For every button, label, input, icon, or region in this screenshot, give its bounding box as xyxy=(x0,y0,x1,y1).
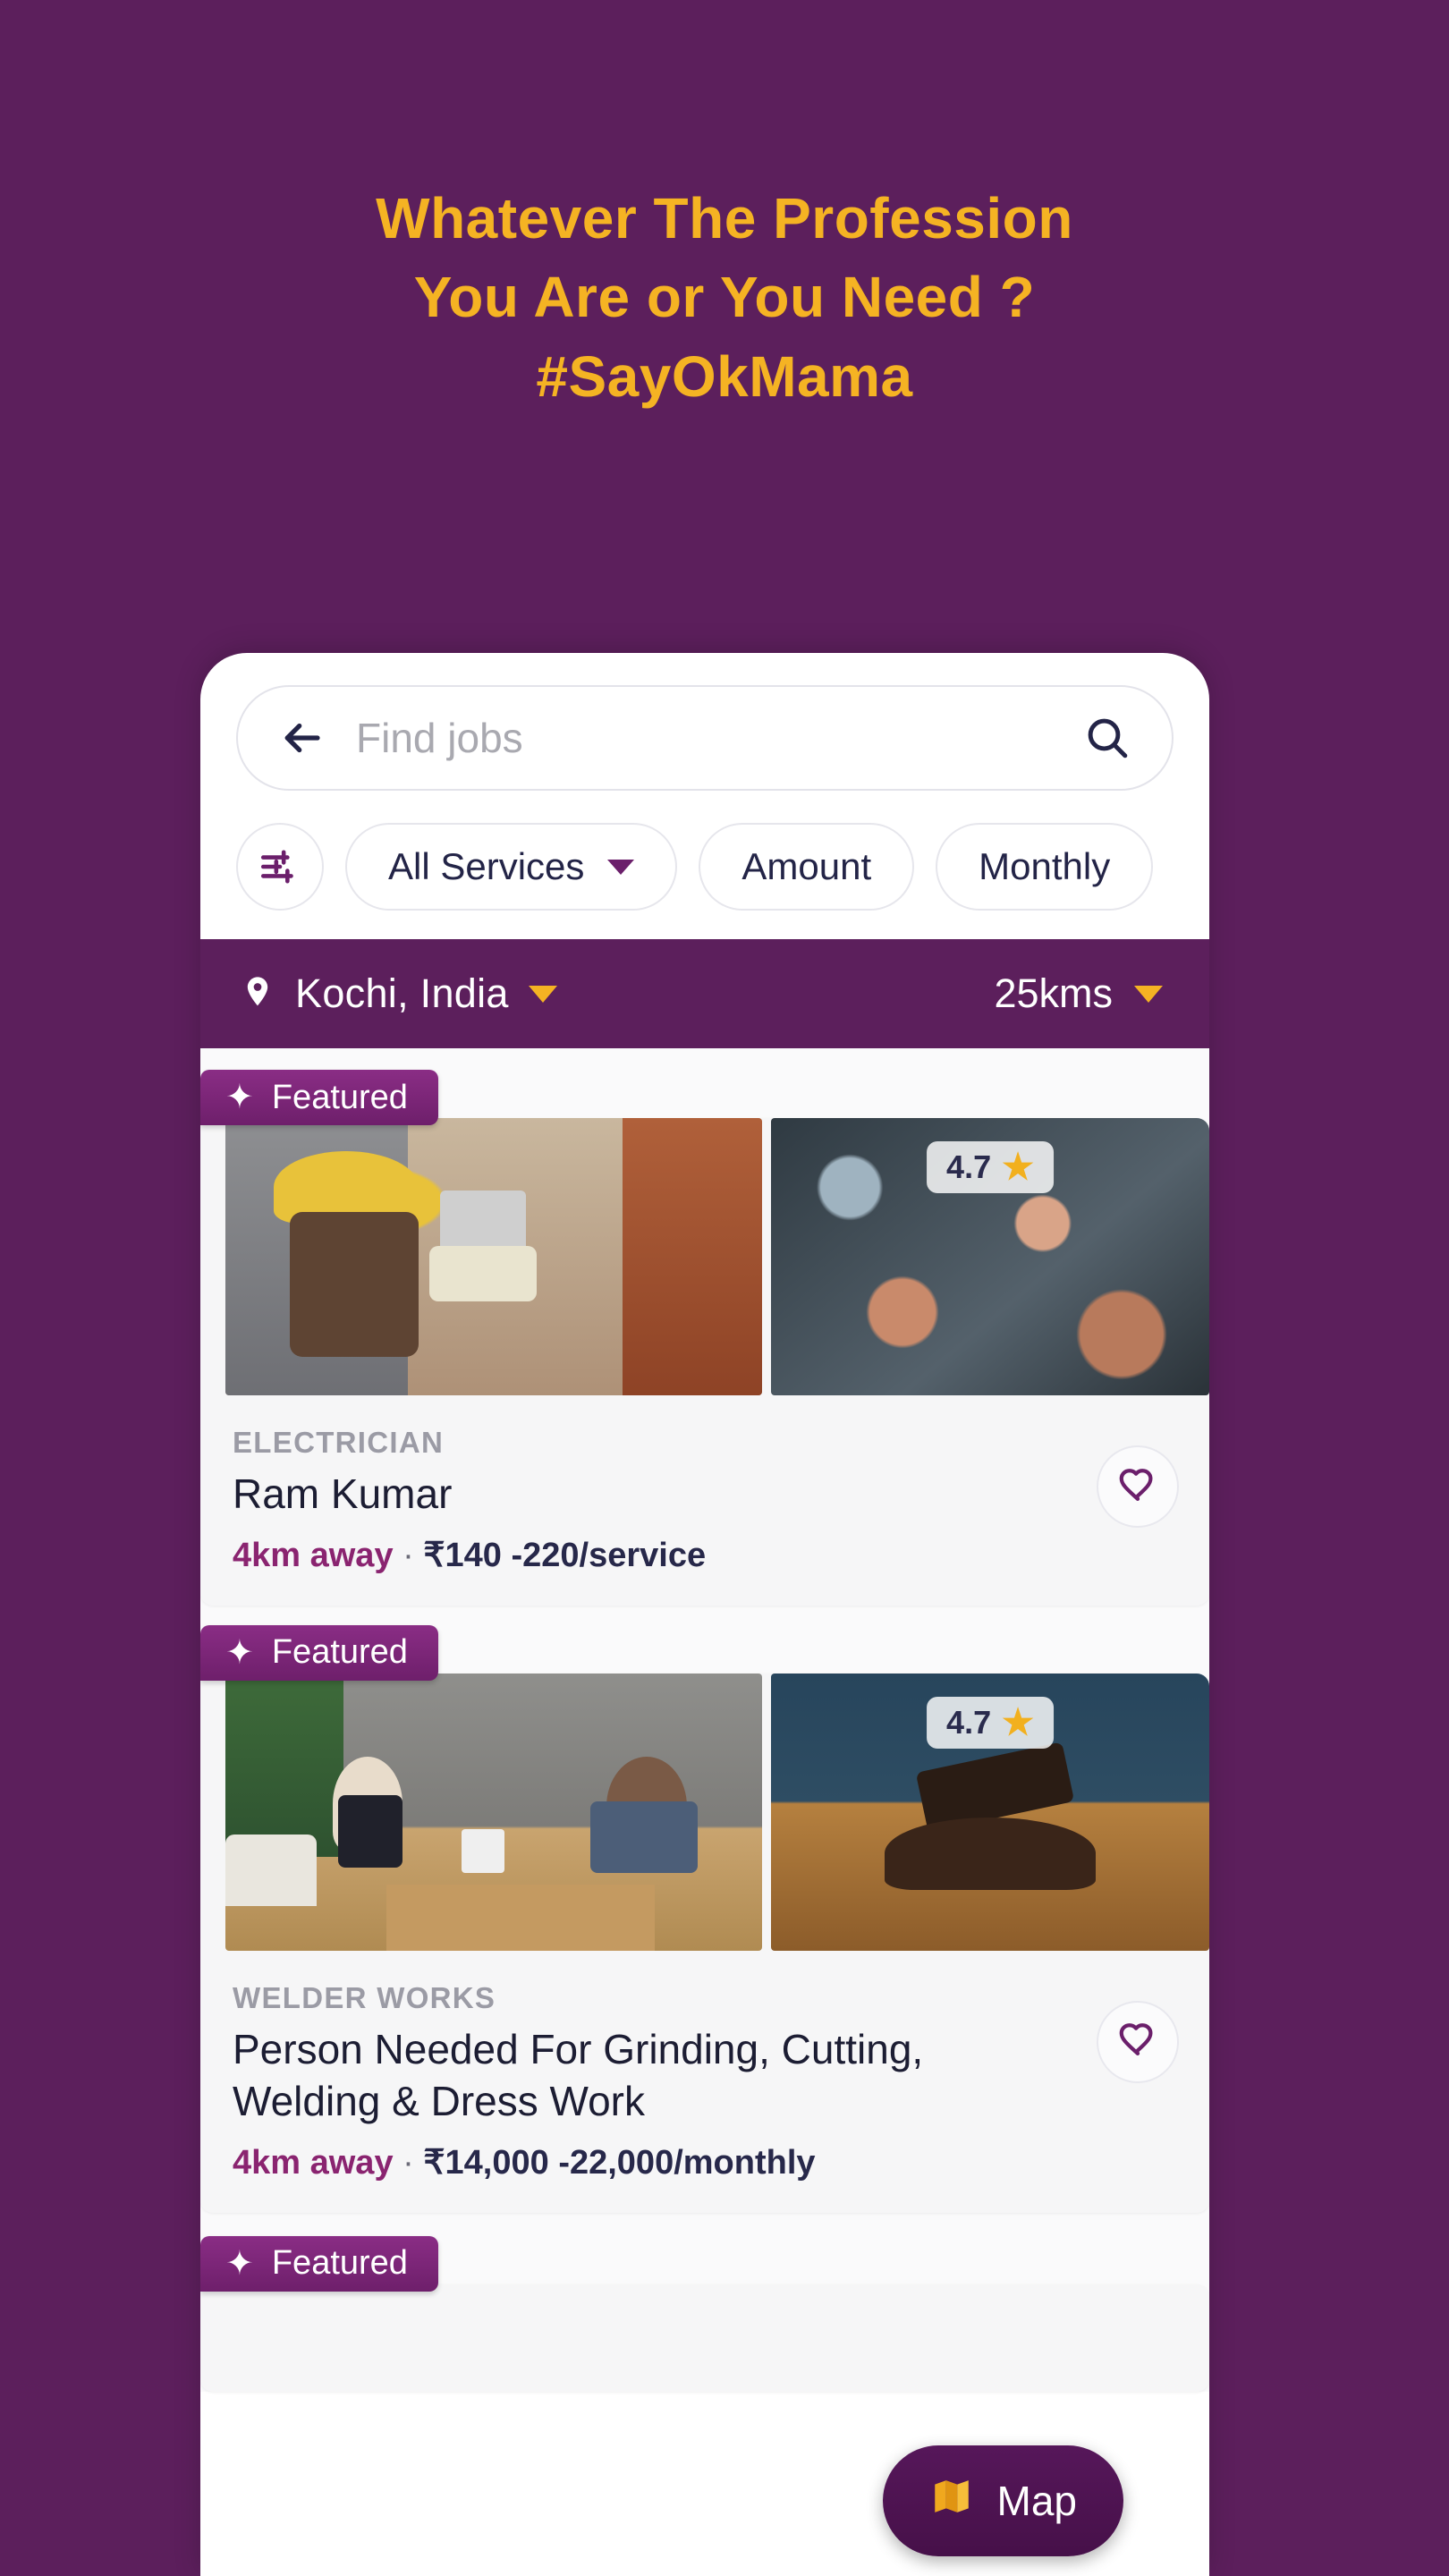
search-icon[interactable] xyxy=(1082,713,1132,763)
listing-info: ELECTRICIAN Ram Kumar 4km away · ₹140 -2… xyxy=(200,1395,1209,1606)
filter-chips-row[interactable]: All Services Amount Monthly xyxy=(200,791,1209,939)
sparkle-icon: ✦ xyxy=(225,1633,254,1672)
favorite-button[interactable] xyxy=(1097,2000,1179,2083)
listing-photo-secondary: 4.7 ★ xyxy=(771,1118,1209,1395)
folded-map-icon xyxy=(929,2474,974,2529)
radius-label: 25kms xyxy=(994,970,1113,1016)
chip-label: Amount xyxy=(741,845,872,887)
listing-item[interactable]: ✦ Featured xyxy=(200,1606,1209,2213)
chip-label: Monthly xyxy=(979,845,1111,887)
chip-all-services[interactable]: All Services xyxy=(345,823,678,911)
map-button[interactable]: Map xyxy=(882,2445,1123,2556)
listing-distance: 4km away xyxy=(233,2143,394,2182)
listing-item[interactable]: ✦ Featured 4.7 ★ ELECTRICIAN Ram Kumar 4… xyxy=(200,1048,1209,1606)
favorite-button[interactable] xyxy=(1097,1445,1179,1528)
listing-media: 4.7 ★ xyxy=(200,1118,1209,1395)
listing-distance: 4km away xyxy=(233,1536,394,1574)
star-icon: ★ xyxy=(1002,1702,1034,1742)
star-icon: ★ xyxy=(1002,1148,1034,1187)
back-arrow-icon[interactable] xyxy=(277,714,326,762)
listing-card[interactable] xyxy=(200,2284,1209,2392)
hero-line-1: Whatever The Profession xyxy=(376,186,1073,250)
featured-label: Featured xyxy=(271,1633,408,1672)
search-section: Find jobs xyxy=(200,653,1209,791)
meta-separator: · xyxy=(402,2143,414,2182)
listings-list: ✦ Featured 4.7 ★ ELECTRICIAN Ram Kumar 4… xyxy=(200,1048,1209,2392)
listing-category: WELDER WORKS xyxy=(233,1980,496,2014)
phone-mockup: Find jobs All Services Amount Monthly Ko… xyxy=(200,653,1209,2576)
chip-monthly[interactable]: Monthly xyxy=(936,823,1154,911)
listing-photo-secondary: 4.7 ★ xyxy=(771,1673,1209,1951)
listing-price: ₹140 -220/service xyxy=(423,1536,707,1574)
hero-headline: Whatever The Profession You Are or You N… xyxy=(0,0,1449,416)
listing-item[interactable]: ✦ Featured xyxy=(200,2213,1209,2392)
chevron-down-icon xyxy=(607,859,635,875)
featured-label: Featured xyxy=(271,1078,408,1116)
listing-info: WELDER WORKS Person Needed For Grinding,… xyxy=(200,1951,1209,2213)
listing-photo-primary xyxy=(225,1673,762,1951)
listing-title: Ram Kumar xyxy=(233,1470,453,1517)
sliders-filter-icon[interactable] xyxy=(236,823,324,911)
location-bar[interactable]: Kochi, India 25kms xyxy=(200,939,1209,1048)
chip-label: All Services xyxy=(388,845,585,887)
location-pin-icon xyxy=(240,974,275,1014)
chip-amount[interactable]: Amount xyxy=(699,823,915,911)
hero-line-2: You Are or You Need ? xyxy=(413,265,1036,330)
rating-value: 4.7 xyxy=(946,1703,992,1741)
search-bar[interactable]: Find jobs xyxy=(236,685,1174,791)
chevron-down-icon xyxy=(528,985,557,1003)
featured-badge: ✦ Featured xyxy=(200,1624,438,1681)
featured-badge: ✦ Featured xyxy=(200,1070,438,1125)
search-input[interactable]: Find jobs xyxy=(356,714,1082,762)
location-selector[interactable]: Kochi, India xyxy=(240,970,994,1017)
sparkle-icon: ✦ xyxy=(225,2244,254,2283)
listing-media: 4.7 ★ xyxy=(200,1673,1209,1951)
rating-badge: 4.7 ★ xyxy=(927,1696,1054,1749)
hero-line-3: #SayOkMama xyxy=(536,343,913,409)
featured-badge: ✦ Featured xyxy=(200,2235,438,2292)
location-label: Kochi, India xyxy=(295,970,509,1016)
heart-outline-icon xyxy=(1117,1464,1158,1510)
sparkle-icon: ✦ xyxy=(225,1079,254,1116)
listing-card[interactable]: 4.7 ★ WELDER WORKS Person Needed For Gri… xyxy=(200,1673,1209,2213)
listing-meta: 4km away · ₹140 -220/service xyxy=(233,1535,1097,1575)
listing-photo-primary xyxy=(225,1118,762,1395)
chevron-down-icon xyxy=(1134,985,1163,1003)
featured-label: Featured xyxy=(271,2244,408,2283)
listing-meta: 4km away · ₹14,000 -22,000/monthly xyxy=(233,2142,1097,2182)
map-button-label: Map xyxy=(996,2478,1077,2524)
meta-separator: · xyxy=(402,1536,414,1574)
listing-card[interactable]: 4.7 ★ ELECTRICIAN Ram Kumar 4km away · ₹… xyxy=(200,1118,1209,1606)
listing-title: Person Needed For Grinding, Cutting, Wel… xyxy=(233,2025,924,2124)
radius-selector[interactable]: 25kms xyxy=(994,970,1163,1017)
heart-outline-icon xyxy=(1117,2019,1158,2064)
rating-badge: 4.7 ★ xyxy=(927,1141,1054,1193)
listing-category: ELECTRICIAN xyxy=(233,1426,445,1459)
listing-price: ₹14,000 -22,000/monthly xyxy=(423,2143,816,2182)
rating-value: 4.7 xyxy=(946,1148,992,1185)
